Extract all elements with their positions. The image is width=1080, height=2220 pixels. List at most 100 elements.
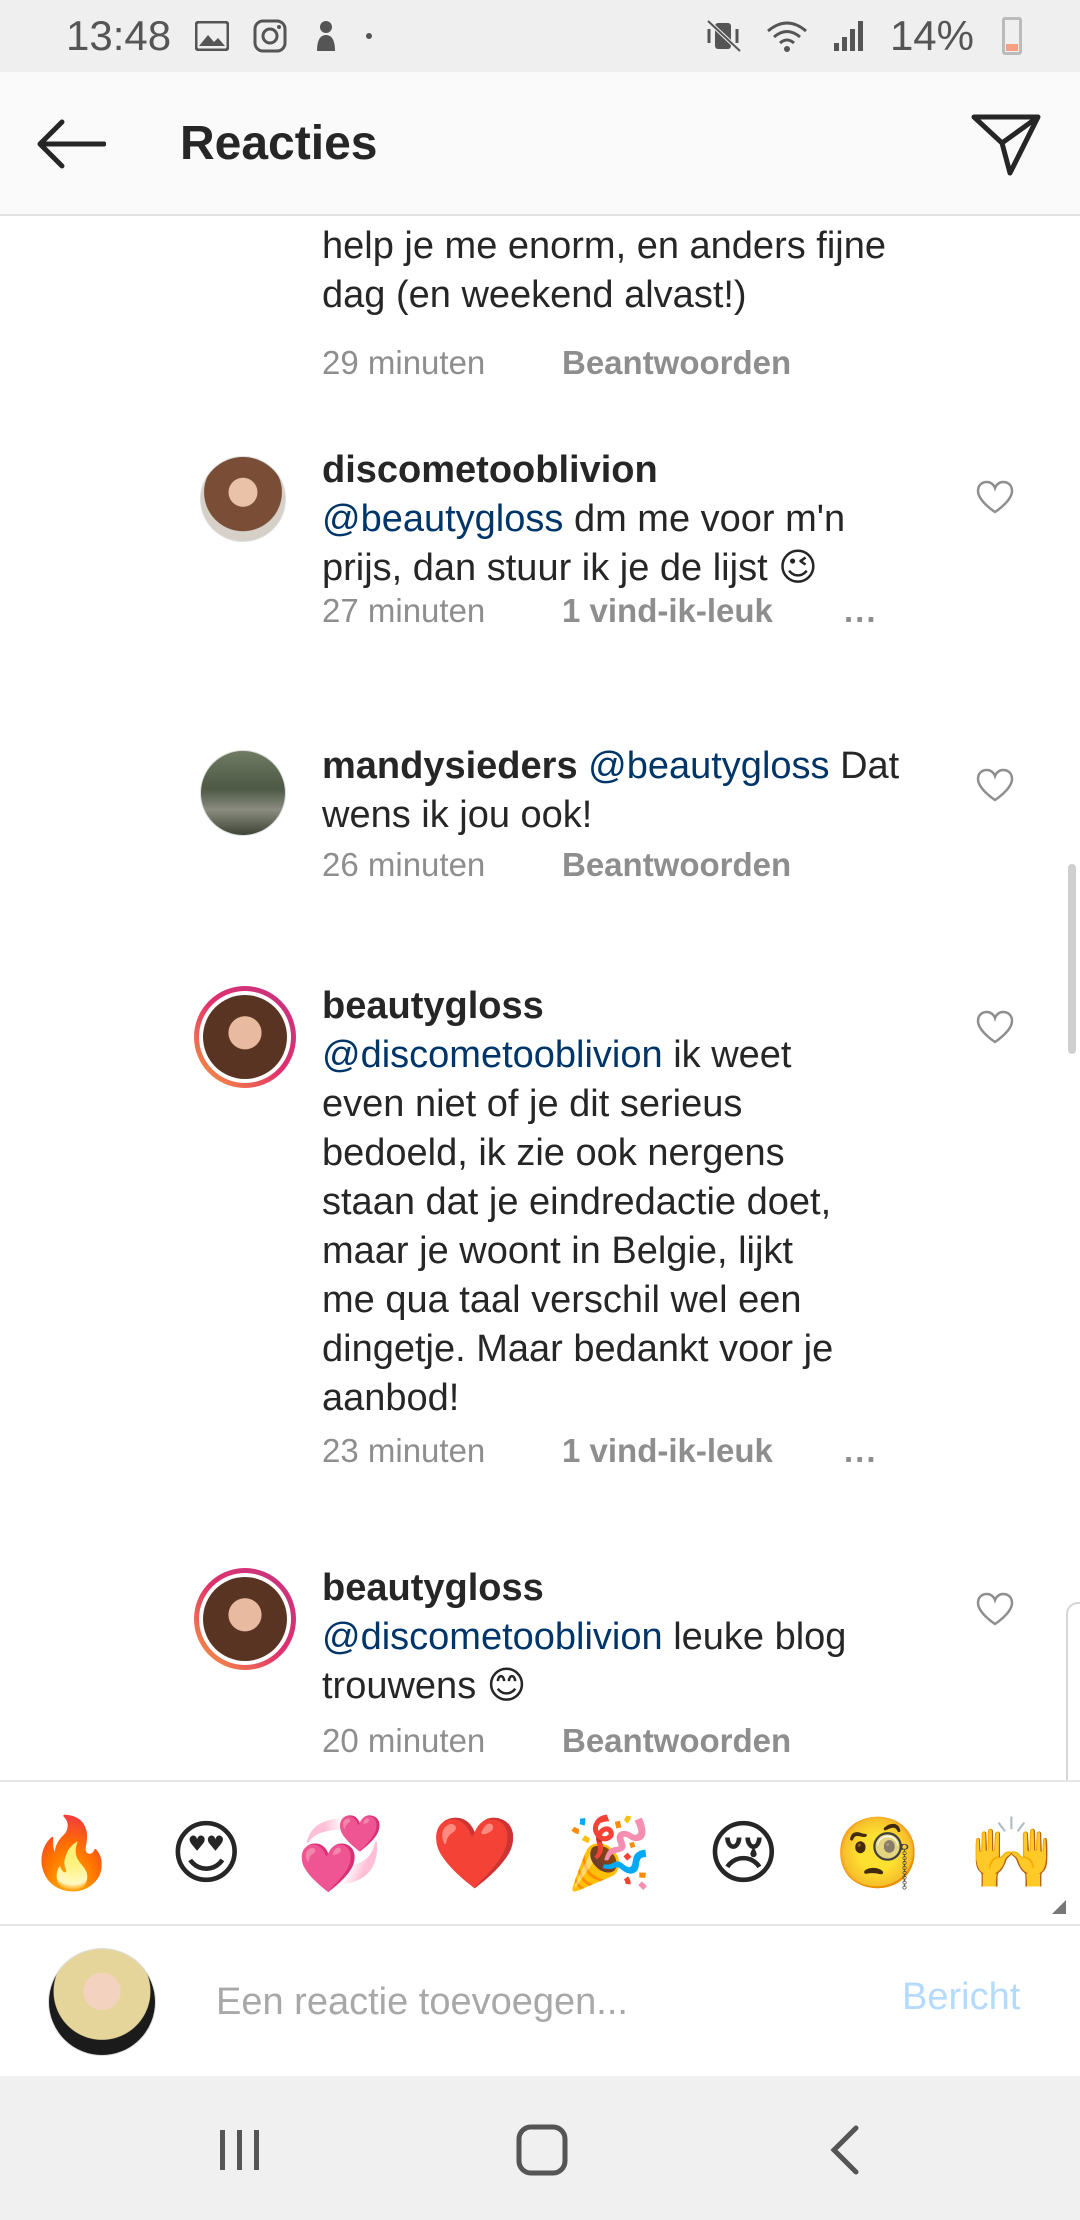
emoji-party-popper[interactable]: 🎉: [565, 1818, 653, 1888]
heart-icon[interactable]: [976, 480, 1014, 514]
comment-composer: Bericht: [0, 1926, 1080, 2076]
screen: 13:48 14% Reacties help je me enorm, en …: [0, 0, 1080, 2220]
recent-apps-button[interactable]: [200, 2118, 280, 2182]
avatar-ring-inner: [199, 991, 291, 1083]
emoji-raised-hands[interactable]: 🙌: [968, 1818, 1056, 1888]
reply-button[interactable]: Beantwoorden: [562, 846, 844, 884]
comment-line: maar je woont in Belgie, lijkt: [322, 1230, 793, 1272]
comment-line: even niet of je dit serieus: [322, 1083, 743, 1125]
heart-icon[interactable]: [976, 1592, 1014, 1626]
mention-link[interactable]: @discometooblivion: [322, 1034, 663, 1076]
send-button[interactable]: [964, 102, 1048, 186]
arrow-left-icon: [37, 119, 106, 169]
comment-line: dag (en weekend alvast!): [322, 274, 747, 316]
comment-text: beautygloss @discometooblivion ik weet e…: [322, 982, 962, 1423]
mention-link[interactable]: @beautygloss: [588, 745, 829, 787]
comment-username[interactable]: discometooblivion: [322, 446, 962, 495]
comment-text-part: ik weet: [662, 1034, 792, 1076]
wifi-icon: [766, 19, 808, 53]
comment-text-part: trouwens 😊: [322, 1665, 527, 1707]
comment-meta: 26 minuten Beantwoorden: [322, 846, 844, 884]
battery-icon: [1002, 17, 1022, 55]
status-left: 13:48: [66, 12, 373, 60]
emoji-red-heart[interactable]: ❤️: [431, 1818, 519, 1888]
avatar-ring-inner: [199, 1573, 291, 1665]
comment-text: discometooblivion @beautygloss dm me voo…: [322, 446, 962, 593]
status-bar: 13:48 14%: [0, 0, 1080, 72]
reply-button[interactable]: Beantwoorden: [562, 344, 844, 382]
avatar[interactable]: [200, 750, 286, 836]
comment-time: 26 minuten: [322, 846, 486, 883]
emoji-fire[interactable]: 🔥: [28, 1818, 116, 1888]
comments-list[interactable]: help je me enorm, en anders fijne dag (e…: [0, 218, 1080, 1780]
comment-text-part: prijs, dan stuur ik je de lijst 😉: [322, 547, 818, 589]
comment-time: 23 minuten: [322, 1432, 486, 1469]
chevron-left-icon: [830, 2125, 859, 2175]
home-button[interactable]: [502, 2118, 582, 2182]
comment-meta: 29 minuten Beantwoorden: [322, 344, 844, 382]
dot-icon: [365, 32, 373, 40]
comment-line: me qua taal verschil wel een: [322, 1279, 802, 1321]
avatar: [48, 1948, 156, 2056]
comment-meta: 27 minuten 1 vind-ik-leuk ...: [322, 592, 878, 630]
emoji-monocle[interactable]: 🧐: [834, 1818, 922, 1888]
emoji-heart-eyes[interactable]: 😍: [162, 1818, 250, 1888]
back-button[interactable]: [30, 112, 110, 176]
avatar[interactable]: [200, 456, 286, 542]
home-icon: [516, 2124, 568, 2176]
comment-username[interactable]: mandysieders: [322, 745, 578, 787]
more-options[interactable]: ...: [844, 592, 878, 630]
mention-link[interactable]: @discometooblivion: [322, 1616, 663, 1658]
likes-count[interactable]: 1 vind-ik-leuk: [562, 592, 844, 630]
paper-plane-icon: [971, 114, 1041, 176]
comment-input[interactable]: [216, 1970, 866, 2034]
comment-line: aanbod!: [322, 1377, 460, 1419]
comment-time: 27 minuten: [322, 592, 486, 629]
battery-percent: 14%: [889, 12, 974, 59]
comment-time: 29 minuten: [322, 344, 486, 381]
more-options[interactable]: ...: [844, 1432, 878, 1470]
comment-meta: 20 minuten Beantwoorden: [322, 1722, 844, 1760]
emoji-two-hearts[interactable]: 💞: [297, 1818, 385, 1888]
avatar[interactable]: [194, 986, 296, 1088]
gallery-icon: [195, 21, 230, 51]
comment-line: bedoeld, ik zie ook nergens: [322, 1132, 785, 1174]
likes-count[interactable]: 1 vind-ik-leuk: [562, 1432, 844, 1470]
resize-corner-icon: [1052, 1900, 1066, 1914]
status-right: 14%: [706, 12, 1022, 60]
comment-time: 20 minuten: [322, 1722, 486, 1759]
signal-icon: [832, 19, 866, 53]
comment-text-part: Dat: [829, 745, 900, 787]
edge-panel-handle[interactable]: [1066, 1602, 1080, 1780]
reply-button[interactable]: Beantwoorden: [562, 1722, 844, 1760]
recent-apps-icon: [220, 2130, 259, 2170]
navigation-bar: [0, 2076, 1080, 2220]
comment-username[interactable]: beautygloss: [322, 982, 962, 1031]
scrollbar[interactable]: [1068, 864, 1076, 1054]
header: Reacties: [0, 72, 1080, 216]
status-time: 13:48: [66, 12, 172, 59]
comment-username[interactable]: beautygloss: [322, 1564, 962, 1613]
comment-text-part: dm me voor m'n: [563, 498, 846, 540]
comment-line: staan dat je eindredactie doet,: [322, 1181, 832, 1223]
notification-icon: [311, 19, 341, 53]
comment-meta: 23 minuten 1 vind-ik-leuk ...: [322, 1432, 878, 1470]
avatar[interactable]: [194, 1568, 296, 1670]
comment-text: mandysieders @beautygloss Dat wens ik jo…: [322, 742, 962, 840]
post-button[interactable]: Bericht: [902, 1976, 1020, 2019]
mute-icon: [706, 19, 742, 53]
page-title: Reacties: [180, 117, 378, 170]
comment-text: beautygloss @discometooblivion leuke blo…: [322, 1564, 962, 1711]
instagram-icon: [253, 19, 287, 53]
emoji-crying[interactable]: 😢: [699, 1818, 787, 1888]
emoji-bar: 🔥 😍 💞 ❤️ 🎉 😢 🧐 🙌: [0, 1780, 1080, 1926]
back-nav-button[interactable]: [804, 2118, 884, 2182]
heart-icon[interactable]: [976, 1010, 1014, 1044]
mention-link[interactable]: @beautygloss: [322, 498, 563, 540]
comment-text-part: leuke blog: [662, 1616, 847, 1658]
avatar-image: [203, 995, 287, 1079]
comment-text: help je me enorm, en anders fijne dag (e…: [322, 222, 962, 320]
heart-icon[interactable]: [976, 768, 1014, 802]
comment-text-part: wens ik jou ook!: [322, 794, 593, 836]
comment-line: help je me enorm, en anders fijne: [322, 225, 886, 267]
